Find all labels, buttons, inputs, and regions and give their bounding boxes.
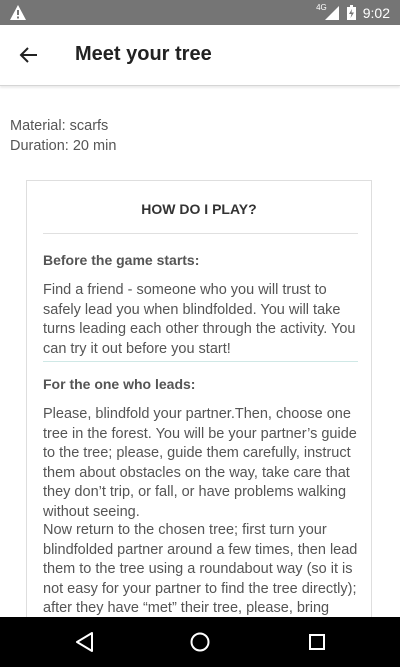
card-title: HOW DO I PLAY? <box>141 201 257 217</box>
status-icons: 4G 9:02 <box>316 0 390 25</box>
activity-meta: Material: scarfs Duration: 20 min <box>10 116 116 156</box>
app-bar: Meet your tree <box>0 25 400 86</box>
recents-square-icon[interactable] <box>302 627 332 657</box>
duration-text: Duration: 20 min <box>10 138 117 154</box>
back-button[interactable] <box>14 39 46 71</box>
material-text: Material: scarfs <box>10 118 109 134</box>
paragraph-before-game: Find a friend - someone who you will tru… <box>43 282 356 357</box>
paragraph-leader-1: Please, blindfold your partner.Then, cho… <box>43 406 357 520</box>
section-heading-leader: For the one who leads: <box>43 376 196 392</box>
navigation-bar <box>0 617 400 667</box>
battery-icon <box>346 5 356 20</box>
status-bar: 4G 9:02 <box>0 0 400 25</box>
back-triangle-icon[interactable] <box>70 627 100 657</box>
warning-icon <box>10 5 26 20</box>
home-circle-icon[interactable] <box>185 627 215 657</box>
section-divider <box>43 361 358 362</box>
instructions-card: HOW DO I PLAY? Before the game starts: F… <box>26 180 372 640</box>
page-title: Meet your tree <box>75 43 212 65</box>
divider <box>43 233 358 234</box>
network-type-label: 4G <box>316 3 327 12</box>
status-time: 9:02 <box>362 4 390 21</box>
signal-icon <box>324 5 339 20</box>
section-heading-before: Before the game starts: <box>43 252 200 268</box>
arrow-left-icon <box>19 47 37 63</box>
